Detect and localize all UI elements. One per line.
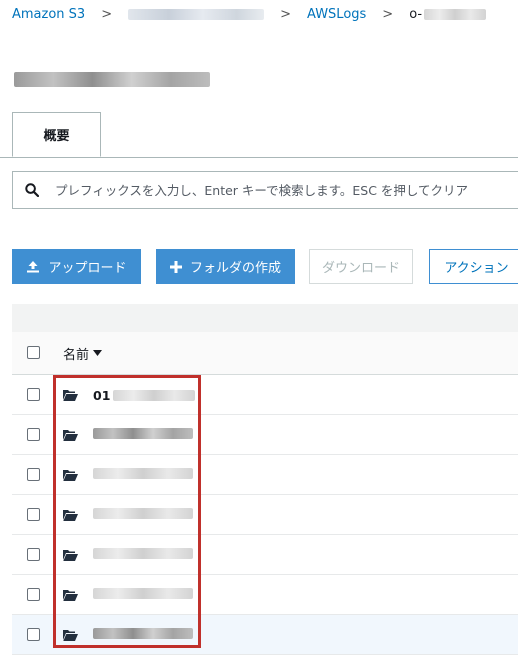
row-checkbox[interactable] <box>27 628 40 641</box>
sort-caret-down-icon <box>93 350 103 356</box>
plus-icon <box>169 260 182 273</box>
name-column-header[interactable]: 名前 <box>63 344 103 363</box>
table-toolbar-strip <box>12 304 518 332</box>
table-header: 名前 <box>12 332 518 375</box>
breadcrumb-current-label: o- <box>409 6 423 22</box>
prefix-search <box>12 171 518 209</box>
download-button[interactable]: ダウンロード <box>309 249 413 284</box>
actions-button[interactable]: アクション <box>429 249 518 284</box>
breadcrumb-bucket-redacted[interactable] <box>128 8 265 20</box>
breadcrumb-separator: > <box>101 6 113 22</box>
search-icon <box>25 183 39 197</box>
highlight-annotation-box <box>53 375 201 648</box>
create-folder-button-label: フォルダの作成 <box>189 261 281 276</box>
create-folder-button[interactable]: フォルダの作成 <box>156 249 295 284</box>
breadcrumb-separator: > <box>280 6 292 22</box>
row-checkbox[interactable] <box>27 508 40 521</box>
breadcrumb-current: o- <box>409 6 487 22</box>
row-checkbox[interactable] <box>27 428 40 441</box>
upload-icon <box>26 260 40 273</box>
row-checkbox[interactable] <box>27 548 40 561</box>
breadcrumb-separator: > <box>382 6 394 22</box>
select-all-checkbox[interactable] <box>27 346 40 359</box>
row-checkbox[interactable] <box>27 468 40 481</box>
download-button-label: ダウンロード <box>321 261 400 276</box>
breadcrumb-current-redacted <box>424 8 487 20</box>
breadcrumb: Amazon S3 > > AWSLogs > o- <box>12 4 487 24</box>
name-column-label: 名前 <box>63 347 90 363</box>
search-input[interactable] <box>53 181 518 199</box>
breadcrumb-awslogs[interactable]: AWSLogs <box>307 7 366 22</box>
row-checkbox[interactable] <box>27 388 40 401</box>
upload-button-label: アップロード <box>48 261 127 276</box>
actions-button-label: アクション <box>444 261 509 276</box>
tab-overview[interactable]: 概要 <box>12 112 101 157</box>
breadcrumb-amazon-s3[interactable]: Amazon S3 <box>12 7 85 22</box>
row-checkbox[interactable] <box>27 588 40 601</box>
upload-button[interactable]: アップロード <box>12 249 141 284</box>
tab-bar: 概要 <box>0 112 518 158</box>
page-title-redacted <box>14 72 210 87</box>
